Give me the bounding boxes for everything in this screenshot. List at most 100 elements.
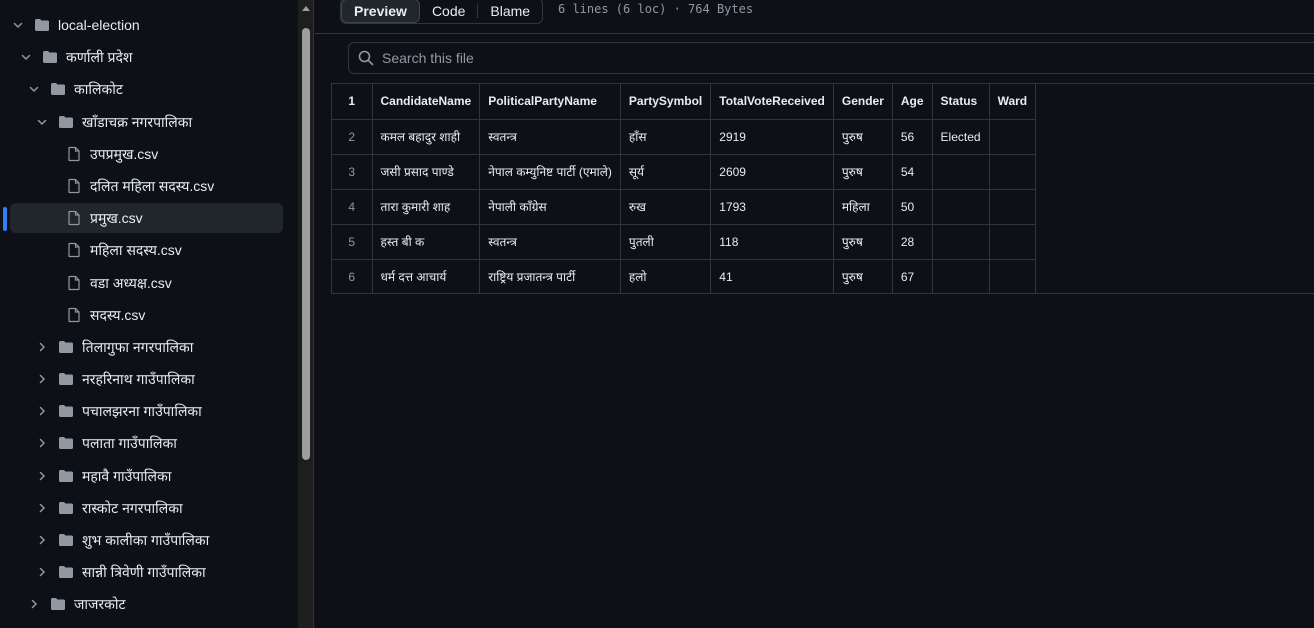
chevron-right-icon[interactable]: [34, 500, 50, 516]
tree-file[interactable]: दलित महिला सदस्य.csv: [0, 171, 214, 201]
scroll-up-icon[interactable]: [302, 6, 310, 11]
line-number[interactable]: 5: [332, 224, 373, 260]
table-cell: 1793: [710, 188, 834, 225]
table-cell: 50: [891, 188, 933, 225]
tree-file[interactable]: वडा अध्यक्ष.csv: [0, 268, 172, 298]
tree-file-selected[interactable]: प्रमुख.csv: [10, 203, 283, 233]
table-cell: पुतली: [619, 223, 712, 260]
folder-icon: [58, 371, 74, 387]
table-cell: 67: [891, 258, 933, 294]
tab-preview[interactable]: Preview: [341, 0, 420, 23]
chevron-down-icon[interactable]: [34, 114, 50, 130]
table-row: 2 कमल बहादुर शाही स्वतन्त्र हाँस 2919 पुरुष 56…: [332, 118, 1037, 155]
tree-folder[interactable]: पचालझरना गाउँपालिका: [0, 396, 202, 426]
folder-icon: [58, 500, 74, 516]
chevron-right-icon[interactable]: [34, 564, 50, 580]
sidebar-scroll-thumb[interactable]: [302, 28, 310, 460]
search-box[interactable]: [348, 42, 1314, 74]
tree-folder[interactable]: जाजरकोट: [0, 589, 126, 619]
tree-file[interactable]: उपप्रमुख.csv: [0, 139, 158, 169]
tree-folder[interactable]: सान्नी त्रिवेणी गाउँपालिका: [0, 557, 206, 587]
line-number[interactable]: 4: [332, 189, 373, 225]
tree-folder[interactable]: पलाता गाउँपालिका: [0, 428, 177, 458]
line-number[interactable]: 6: [332, 259, 373, 294]
table-cell: [931, 153, 990, 190]
table-cell: [988, 188, 1037, 225]
tree-folder[interactable]: कर्णाली प्रदेश: [0, 42, 132, 72]
tree-folder[interactable]: महावै गाउँपालिका: [0, 461, 171, 491]
folder-icon: [58, 468, 74, 484]
column-header: CandidateName: [371, 84, 481, 120]
tree-folder[interactable]: रास्कोट नगरपालिका: [0, 493, 183, 523]
table-cell: सूर्य: [619, 153, 712, 190]
table-header-row: 1 CandidateName PoliticalPartyName PartySy…: [332, 84, 1037, 120]
chevron-right-icon[interactable]: [34, 532, 50, 548]
line-number[interactable]: 1: [332, 84, 373, 120]
line-number[interactable]: 2: [332, 119, 373, 155]
chevron-right-icon[interactable]: [26, 596, 42, 612]
chevron-right-icon[interactable]: [34, 435, 50, 451]
table-cell: [988, 153, 1037, 190]
folder-open-icon: [34, 17, 50, 33]
tree-folder[interactable]: local-election: [0, 10, 140, 40]
tree-item-label: local-election: [58, 17, 140, 33]
view-mode-segmented-control: Preview Code Blame: [340, 0, 544, 24]
chevron-right-icon[interactable]: [34, 371, 50, 387]
tree-item-label: वडा अध्यक्ष.csv: [90, 274, 172, 291]
tab-code[interactable]: Code: [420, 0, 477, 23]
chevron-right-icon[interactable]: [34, 468, 50, 484]
table-cell: पुरुष: [832, 223, 893, 260]
table-cell: पुरुष: [832, 153, 893, 190]
table-cell: [988, 223, 1037, 260]
chevron-down-icon[interactable]: [18, 49, 34, 65]
chevron-right-icon[interactable]: [34, 403, 50, 419]
tree-item-label: उपप्रमुख.csv: [90, 145, 159, 162]
tree-folder[interactable]: तिलागुफा नगरपालिका: [0, 332, 193, 362]
table-cell: नेपाल कम्युनिष्ट पार्टी (एमाले): [479, 153, 621, 190]
table-cell: 56: [891, 118, 933, 155]
file-toolbar: Preview Code Blame 6 lines (6 loc) · 764…: [315, 0, 1314, 34]
table-cell: 118: [710, 223, 834, 260]
table-cell: हाँस: [619, 118, 712, 155]
file-viewer: Preview Code Blame 6 lines (6 loc) · 764…: [315, 0, 1314, 628]
folder-icon: [58, 532, 74, 548]
tree-folder[interactable]: खाँडाचक्र नगरपालिका: [0, 107, 192, 137]
tree-item-label: सदस्य.csv: [90, 306, 146, 323]
table-cell: तारा कुमारी शाह: [371, 188, 481, 225]
chevron-right-icon[interactable]: [34, 339, 50, 355]
tree-item-label: खाँडाचक्र नगरपालिका: [82, 113, 193, 130]
table-cell: [931, 188, 990, 225]
table-cell: राष्ट्रिय प्रजातन्त्र पार्टी: [479, 258, 621, 294]
chevron-down-icon[interactable]: [26, 81, 42, 97]
table-cell: हस्त बी क: [371, 223, 481, 260]
file-icon: [66, 275, 82, 291]
column-header: Gender: [832, 84, 893, 120]
table-row: 5 हस्त बी क स्वतन्त्र पुतली 118 पुरुष 28: [332, 223, 1037, 260]
file-info: 6 lines (6 loc) · 764 Bytes: [558, 2, 754, 16]
line-number[interactable]: 3: [332, 154, 373, 190]
tree-folder[interactable]: नरहरिनाथ गाउँपालिका: [0, 364, 195, 394]
table-row: 6 धर्म दत्त आचार्य राष्ट्रिय प्रजातन्त्र प…: [332, 258, 1037, 294]
tree-folder[interactable]: शुभ कालीका गाउँपालिका: [0, 525, 209, 555]
csv-table-container: 1 CandidateName PoliticalPartyName PartySy…: [331, 83, 1314, 294]
tree-item-label: पलाता गाउँपालिका: [82, 434, 177, 451]
tree-item-label: कालिकोट: [74, 80, 123, 97]
column-header: Age: [891, 84, 933, 120]
table-cell: स्वतन्त्र: [479, 118, 621, 155]
tree-item-label: महिला सदस्य.csv: [90, 241, 182, 258]
tab-blame[interactable]: Blame: [478, 0, 542, 23]
tree-file[interactable]: महिला सदस्य.csv: [0, 235, 182, 265]
table-cell: स्वतन्त्र: [479, 223, 621, 260]
tree-item-label: महावै गाउँपालिका: [82, 467, 172, 484]
tree-folder[interactable]: कालिकोट: [0, 74, 123, 104]
table-cell: 54: [891, 153, 933, 190]
tree-item-label: जाजरकोट: [74, 595, 126, 612]
tree-file[interactable]: सदस्य.csv: [0, 300, 145, 330]
chevron-down-icon[interactable]: [10, 17, 26, 33]
search-input[interactable]: [382, 50, 1282, 66]
file-icon: [66, 178, 82, 194]
column-header: PartySymbol: [619, 84, 712, 120]
search-icon: [358, 50, 374, 66]
tree-item-label: प्रमुख.csv: [90, 209, 143, 226]
table-cell: जसी प्रसाद पाण्डे: [371, 153, 481, 190]
